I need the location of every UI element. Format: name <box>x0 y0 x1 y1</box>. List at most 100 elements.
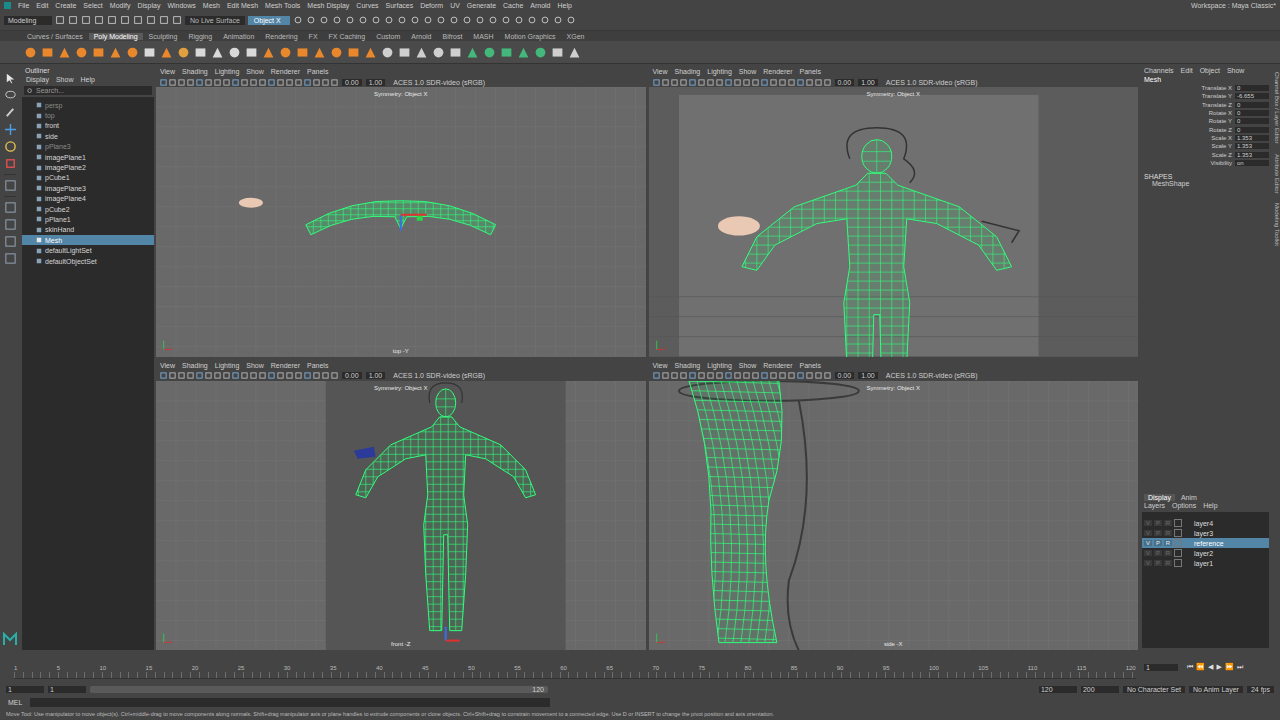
outliner-item[interactable]: pCube1 <box>22 173 154 183</box>
panel-tool-icon[interactable] <box>304 372 311 379</box>
panel-tool-icon[interactable] <box>815 79 822 86</box>
panel-menu-item[interactable]: Lighting <box>215 362 240 369</box>
menu-item[interactable]: UV <box>450 2 460 9</box>
status-tool-icon[interactable] <box>172 15 182 25</box>
panel-tool-icon[interactable] <box>698 79 705 86</box>
start-field[interactable]: 1 <box>6 686 44 693</box>
panel-menu-item[interactable]: Show <box>739 68 757 75</box>
shelf-tool-icon[interactable] <box>194 46 207 59</box>
playback-button[interactable]: ⏪ <box>1196 663 1205 671</box>
panel-tool-icon[interactable] <box>178 372 185 379</box>
shelf-tool-icon[interactable] <box>160 46 173 59</box>
shelf-tool-icon[interactable] <box>432 46 445 59</box>
side-viewport[interactable]: ViewShadingLightingShowRendererPanels 0.… <box>649 360 1139 651</box>
shelf-tool-icon[interactable] <box>517 46 530 59</box>
range-start-field[interactable]: 1 <box>48 686 86 693</box>
shelf-tool-icon[interactable] <box>262 46 275 59</box>
layer-flag[interactable]: R <box>1164 560 1172 566</box>
panel-tool-icon[interactable] <box>178 79 185 86</box>
layer-row[interactable]: VPR layer3 <box>1142 528 1269 538</box>
channel-row[interactable]: Rotate X 0 <box>1140 109 1271 117</box>
layer-flag[interactable]: R <box>1164 540 1172 546</box>
layer-flag[interactable]: R <box>1164 520 1172 526</box>
panel-menu-item[interactable]: View <box>653 68 668 75</box>
viewport-canvas[interactable]: Symmetry: Object X front -Z <box>156 381 646 651</box>
panel-tool-icon[interactable] <box>725 372 732 379</box>
shelf-tab[interactable]: Rigging <box>183 33 217 40</box>
layer-row[interactable]: VPR layer4 <box>1142 518 1269 528</box>
channel-menu-item[interactable]: Object <box>1200 67 1220 74</box>
channel-menu-item[interactable]: Channels <box>1144 67 1174 74</box>
menu-item[interactable]: Modify <box>110 2 131 9</box>
top-viewport[interactable]: ViewShadingLightingShowRendererPanels 0.… <box>156 66 646 357</box>
panel-tool-icon[interactable] <box>250 79 257 86</box>
shelf-tab[interactable]: FX <box>304 33 323 40</box>
panel-tool-icon[interactable] <box>295 79 302 86</box>
panel-tool-icon[interactable] <box>160 79 167 86</box>
channel-value[interactable]: 0 <box>1235 127 1269 133</box>
shelf-tab[interactable]: XGen <box>562 33 590 40</box>
mode-dropdown[interactable]: Modeling <box>4 16 52 25</box>
channel-menu-item[interactable]: Show <box>1227 67 1245 74</box>
shelf-tool-icon[interactable] <box>92 46 105 59</box>
layer-flag[interactable]: P <box>1154 520 1162 526</box>
shelf-tool-icon[interactable] <box>109 46 122 59</box>
end-field[interactable]: 200 <box>1081 686 1119 693</box>
render-tool-icon[interactable] <box>358 15 368 25</box>
shelf-tab[interactable]: Sculpting <box>144 33 183 40</box>
panel-menu-item[interactable]: Renderer <box>763 68 792 75</box>
panel-tool-icon[interactable] <box>689 79 696 86</box>
panel-menu-item[interactable]: Shading <box>675 68 701 75</box>
panel-menu-item[interactable]: View <box>653 362 668 369</box>
persp-viewport[interactable]: ViewShadingLightingShowRendererPanels 0.… <box>649 66 1139 357</box>
panel-tool-icon[interactable] <box>770 372 777 379</box>
fps-dropdown[interactable]: 24 fps <box>1247 686 1274 693</box>
channel-value[interactable]: 1.353 <box>1235 152 1269 158</box>
exposure-field[interactable]: 0.00 <box>342 372 362 379</box>
status-tool-icon[interactable] <box>146 15 156 25</box>
single-tool-icon[interactable] <box>4 201 17 214</box>
panel-tool-icon[interactable] <box>196 372 203 379</box>
playback-button[interactable]: ◀ <box>1208 663 1213 671</box>
exposure-field[interactable]: 0.00 <box>342 79 362 86</box>
outliner-item[interactable]: pPlane3 <box>22 142 154 152</box>
panel-tool-icon[interactable] <box>232 79 239 86</box>
panel-tool-icon[interactable] <box>259 372 266 379</box>
panel-tool-icon[interactable] <box>680 372 687 379</box>
panel-tool-icon[interactable] <box>824 79 831 86</box>
panel-menu-item[interactable]: Panels <box>799 68 820 75</box>
panel-tool-icon[interactable] <box>716 372 723 379</box>
render-tool-icon[interactable] <box>397 15 407 25</box>
panel-tool-icon[interactable] <box>671 79 678 86</box>
channel-value[interactable]: 0 <box>1235 102 1269 108</box>
panel-tool-icon[interactable] <box>743 79 750 86</box>
shelf-tab[interactable]: Motion Graphics <box>500 33 561 40</box>
render-tool-icon[interactable] <box>449 15 459 25</box>
panel-menu-item[interactable]: Shading <box>182 68 208 75</box>
status-tool-icon[interactable] <box>55 15 65 25</box>
render-tool-icon[interactable] <box>553 15 563 25</box>
shelf-tool-icon[interactable] <box>568 46 581 59</box>
anim-layer[interactable]: No Anim Layer <box>1189 686 1243 693</box>
panel-tool-icon[interactable] <box>169 372 176 379</box>
panel-tool-icon[interactable] <box>743 372 750 379</box>
shelf-tool-icon[interactable] <box>347 46 360 59</box>
layer-row[interactable]: VPR reference <box>1142 538 1269 548</box>
panel-tool-icon[interactable] <box>331 372 338 379</box>
outl-tool-icon[interactable] <box>4 252 17 265</box>
panel-tool-icon[interactable] <box>824 372 831 379</box>
mesh-figure[interactable] <box>711 128 1037 357</box>
panel-tool-icon[interactable] <box>286 79 293 86</box>
shelf-tab[interactable]: Poly Modeling <box>89 33 143 40</box>
render-tool-icon[interactable] <box>410 15 420 25</box>
scale-tool-icon[interactable] <box>4 157 17 170</box>
channel-row[interactable]: Scale Z 1.353 <box>1140 150 1271 158</box>
panel-tool-icon[interactable] <box>187 79 194 86</box>
panel-menu-item[interactable]: Panels <box>799 362 820 369</box>
side-tab[interactable]: Modeling Toolkit <box>1271 203 1280 246</box>
menu-item[interactable]: Edit <box>36 2 48 9</box>
panel-tool-icon[interactable] <box>241 372 248 379</box>
language-button[interactable]: MEL <box>4 699 26 706</box>
color-space-field[interactable]: ACES 1.0 SDR-video (sRGB) <box>390 372 488 379</box>
paint-tool-icon[interactable] <box>4 106 17 119</box>
